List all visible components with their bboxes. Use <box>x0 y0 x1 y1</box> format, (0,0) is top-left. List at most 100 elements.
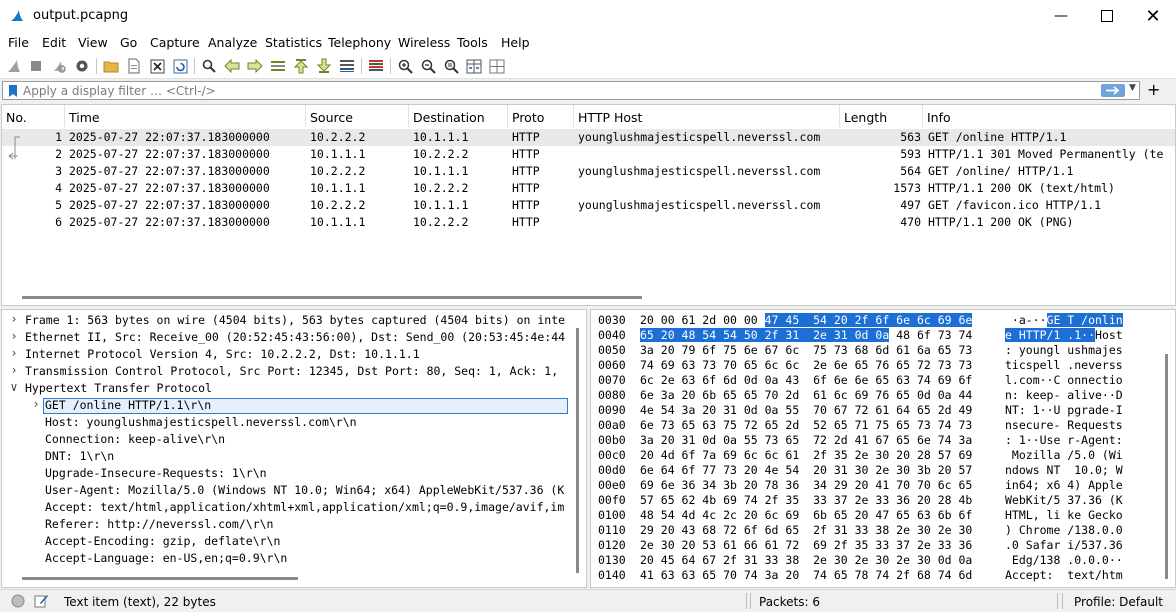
menu-wireless[interactable]: Wireless <box>398 35 450 50</box>
detail-field-row[interactable]: DNT: 1\r\n <box>45 448 114 465</box>
byte-hex[interactable]: 6e 73 65 63 75 72 65 2d 52 65 71 75 65 7… <box>640 418 972 433</box>
byte-hex[interactable]: 41 63 63 65 70 74 3a 20 74 65 78 74 2f 6… <box>640 568 972 583</box>
bytes-vscrollbar[interactable] <box>1165 354 1168 579</box>
menu-analyze[interactable]: Analyze <box>208 35 257 50</box>
chevron-right-icon[interactable]: › <box>9 329 19 346</box>
detail-field-row[interactable]: User-Agent: Mozilla/5.0 (Windows NT 10.0… <box>45 482 564 499</box>
detail-field-row[interactable]: Connection: keep-alive\r\n <box>45 431 225 448</box>
byte-ascii[interactable]: ·a-··GE T /onlin <box>1005 313 1123 328</box>
detail-protocol-row[interactable]: Frame 1: 563 bytes on wire (4504 bits), … <box>25 312 565 329</box>
save-file-button[interactable] <box>125 57 143 75</box>
detail-field-row[interactable]: Accept: text/html,application/xhtml+xml,… <box>45 499 564 516</box>
byte-hex[interactable]: 6e 3a 20 6b 65 65 70 2d 61 6c 69 76 65 0… <box>640 388 972 403</box>
menu-help[interactable]: Help <box>501 35 530 50</box>
column-header-source[interactable]: Source <box>306 105 409 127</box>
menu-view[interactable]: View <box>78 35 108 50</box>
byte-ascii[interactable]: NT: 1··U pgrade-I <box>1005 403 1123 418</box>
detail-field-row[interactable]: Host: younglushmajesticspell.neverssl.co… <box>45 414 357 431</box>
go-forward-button[interactable] <box>246 57 264 75</box>
column-header-http-host[interactable]: HTTP Host <box>574 105 840 127</box>
details-vscrollbar[interactable] <box>576 328 579 573</box>
chevron-right-icon[interactable]: › <box>9 363 19 380</box>
menu-statistics[interactable]: Statistics <box>265 35 322 50</box>
autoscroll-button[interactable] <box>338 57 356 75</box>
add-filter-button-icon[interactable]: + <box>1147 80 1160 99</box>
byte-ascii[interactable]: Mozilla /5.0 (Wi <box>1005 448 1123 463</box>
byte-hex[interactable]: 69 6e 36 34 3b 20 78 36 34 29 20 41 70 7… <box>640 478 972 493</box>
start-capture-button[interactable] <box>5 57 23 75</box>
packet-list-hscrollbar[interactable] <box>22 296 642 299</box>
chevron-right-icon[interactable]: › <box>31 397 41 414</box>
byte-hex[interactable]: 3a 20 31 0d 0a 55 73 65 72 2d 41 67 65 6… <box>640 433 972 448</box>
stop-capture-button[interactable] <box>27 57 45 75</box>
menu-go[interactable]: Go <box>120 35 137 50</box>
byte-ascii[interactable]: Edg/138 .0.0.0·· <box>1005 553 1123 568</box>
expert-info-icon[interactable] <box>11 594 25 608</box>
byte-hex[interactable]: 48 54 4d 4c 2c 20 6c 69 6b 65 20 47 65 6… <box>640 508 972 523</box>
detail-field-row[interactable]: Accept-Language: en-US,en;q=0.9\r\n <box>45 550 287 567</box>
byte-hex[interactable]: 2e 30 20 53 61 66 61 72 69 2f 35 33 37 2… <box>640 538 972 553</box>
chevron-down-icon[interactable]: ∨ <box>9 380 19 397</box>
capture-options-button[interactable] <box>73 57 91 75</box>
menu-file[interactable]: File <box>8 35 29 50</box>
byte-hex[interactable]: 20 45 64 67 2f 31 33 38 2e 30 2e 30 2e 3… <box>640 553 972 568</box>
zoom-in-button[interactable] <box>396 57 414 75</box>
close-file-button[interactable] <box>148 57 166 75</box>
byte-ascii[interactable]: .0 Safar i/537.36 <box>1005 538 1123 553</box>
detail-field-row[interactable]: GET /online HTTP/1.1\r\n <box>45 397 211 414</box>
apply-filter-icon[interactable] <box>1101 84 1125 97</box>
byte-ascii[interactable]: ticspell .neverss <box>1005 358 1123 373</box>
byte-hex[interactable]: 6c 2e 63 6f 6d 0d 0a 43 6f 6e 6e 65 63 7… <box>640 373 972 388</box>
byte-hex[interactable]: 20 4d 6f 7a 69 6c 6c 61 2f 35 2e 30 20 2… <box>640 448 972 463</box>
menu-capture[interactable]: Capture <box>150 35 200 50</box>
display-filter-input[interactable] <box>23 82 1093 99</box>
packet-row[interactable]: 4 2025-07-27 22:07:37.183000000 10.1.1.1 10… <box>2 180 1175 197</box>
layout-button[interactable] <box>488 57 506 75</box>
byte-ascii[interactable]: l.com··C onnectio <box>1005 373 1123 388</box>
byte-hex[interactable]: 3a 20 79 6f 75 6e 67 6c 75 73 68 6d 61 6… <box>640 343 972 358</box>
reload-file-button[interactable] <box>171 57 189 75</box>
colorize-button[interactable] <box>367 57 385 75</box>
column-header-length[interactable]: Length <box>840 105 923 127</box>
edit-comment-icon[interactable] <box>34 593 49 608</box>
filter-dropdown-icon[interactable]: ▼ <box>1129 83 1136 93</box>
maximize-button[interactable] <box>1084 0 1130 32</box>
packet-row[interactable]: 1 2025-07-27 22:07:37.183000000 10.2.2.2 10… <box>2 129 1175 146</box>
go-to-packet-button[interactable] <box>269 57 287 75</box>
menu-telephony[interactable]: Telephony <box>328 35 391 50</box>
byte-ascii[interactable]: WebKit/5 37.36 (K <box>1005 493 1123 508</box>
chevron-right-icon[interactable]: › <box>9 346 19 363</box>
byte-ascii[interactable]: Accept: text/htm <box>1005 568 1123 583</box>
byte-hex[interactable]: 74 69 63 73 70 65 6c 6c 2e 6e 65 76 65 7… <box>640 358 972 373</box>
column-header-destination[interactable]: Destination <box>409 105 508 127</box>
menu-tools[interactable]: Tools <box>457 35 488 50</box>
detail-protocol-row[interactable]: Hypertext Transfer Protocol <box>25 380 212 397</box>
byte-hex[interactable]: 65 20 48 54 54 50 2f 31 2e 31 0d 0a 48 6… <box>640 328 972 343</box>
detail-protocol-row[interactable]: Ethernet II, Src: Receive_00 (20:52:45:4… <box>25 329 565 346</box>
detail-field-row[interactable]: Upgrade-Insecure-Requests: 1\r\n <box>45 465 267 482</box>
byte-ascii[interactable]: nsecure- Requests <box>1005 418 1123 433</box>
normal-size-button[interactable] <box>442 57 460 75</box>
packet-row[interactable]: 6 2025-07-27 22:07:37.183000000 10.1.1.1 10… <box>2 214 1175 231</box>
chevron-right-icon[interactable]: › <box>9 312 19 329</box>
open-file-button[interactable] <box>102 57 120 75</box>
byte-ascii[interactable]: : youngl ushmajes <box>1005 343 1123 358</box>
byte-hex[interactable]: 29 20 43 68 72 6f 6d 65 2f 31 33 38 2e 3… <box>640 523 972 538</box>
byte-ascii[interactable]: : 1··Use r-Agent: <box>1005 433 1123 448</box>
close-button[interactable]: ✕ <box>1130 0 1176 32</box>
zoom-out-button[interactable] <box>419 57 437 75</box>
restart-capture-button[interactable] <box>50 57 68 75</box>
byte-ascii[interactable]: ) Chrome /138.0.0 <box>1005 523 1123 538</box>
column-header-info[interactable]: Info <box>923 105 1175 127</box>
byte-ascii[interactable]: e HTTP/1 .1··Host <box>1005 328 1123 343</box>
packet-row[interactable]: 2 2025-07-27 22:07:37.183000000 10.1.1.1 10… <box>2 146 1175 163</box>
byte-ascii[interactable]: in64; x6 4) Apple <box>1005 478 1123 493</box>
detail-protocol-row[interactable]: Transmission Control Protocol, Src Port:… <box>25 363 558 380</box>
first-packet-button[interactable] <box>292 57 310 75</box>
last-packet-button[interactable] <box>315 57 333 75</box>
detail-field-row[interactable]: Referer: http://neverssl.com/\r\n <box>45 516 273 533</box>
byte-hex[interactable]: 4e 54 3a 20 31 0d 0a 55 70 67 72 61 64 6… <box>640 403 972 418</box>
detail-protocol-row[interactable]: Internet Protocol Version 4, Src: 10.2.2… <box>25 346 420 363</box>
menu-edit[interactable]: Edit <box>42 35 66 50</box>
byte-ascii[interactable]: HTML, li ke Gecko <box>1005 508 1123 523</box>
